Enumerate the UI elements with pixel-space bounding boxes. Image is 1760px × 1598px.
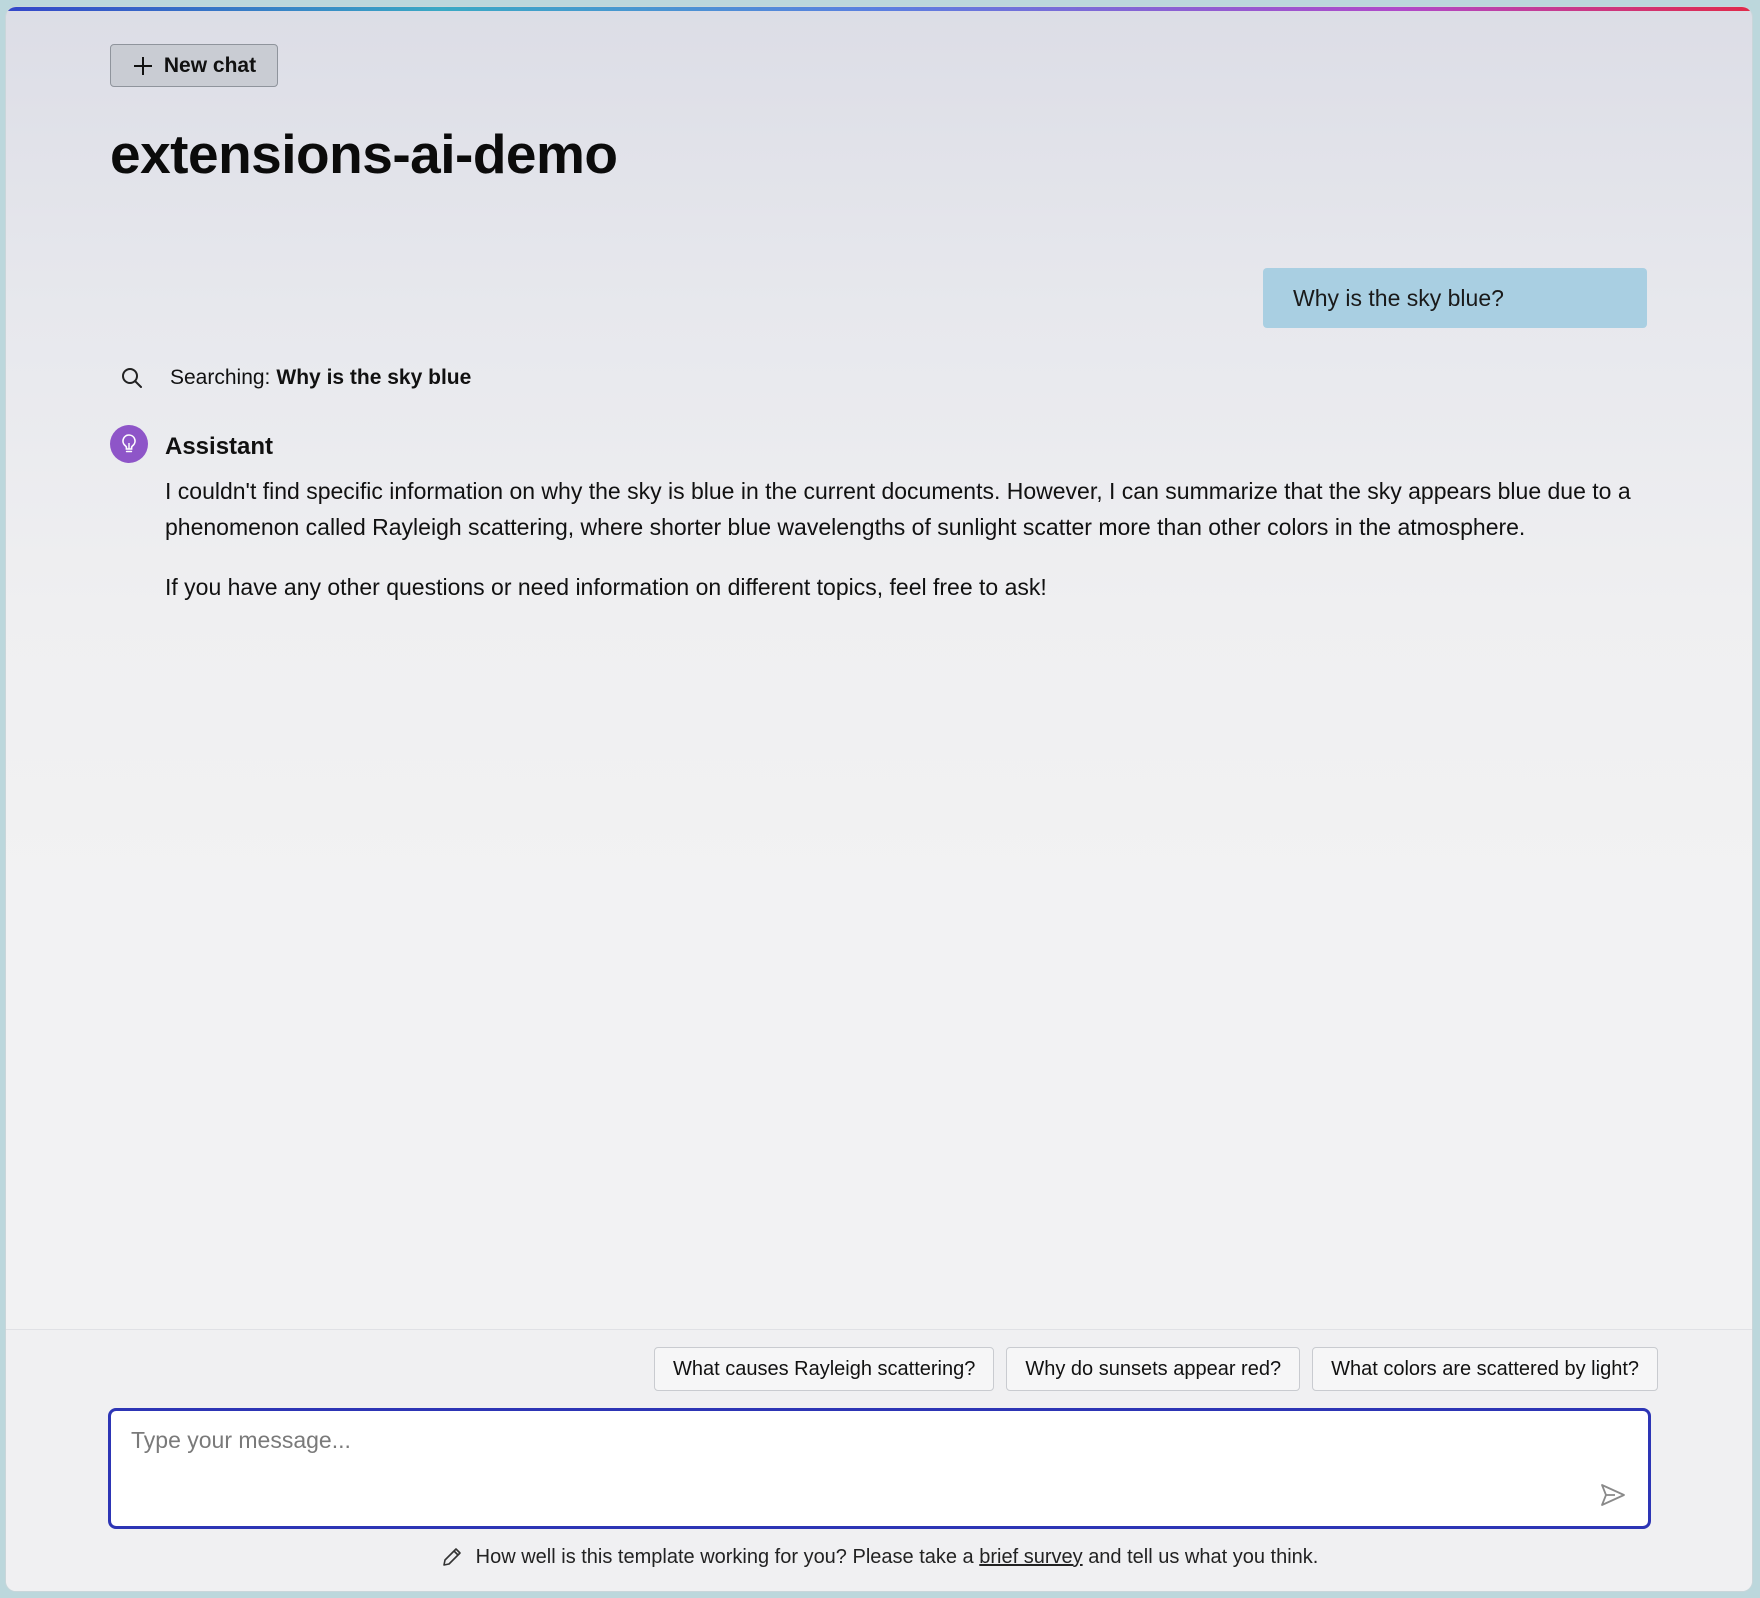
assistant-message: I couldn't find specific information on … xyxy=(165,473,1655,629)
survey-link[interactable]: brief survey xyxy=(979,1546,1082,1569)
new-chat-button[interactable]: New chat xyxy=(110,44,278,87)
suggestion-list: What causes Rayleigh scattering? Why do … xyxy=(654,1347,1658,1391)
message-input[interactable] xyxy=(129,1425,1553,1489)
page-title: extensions-ai-demo xyxy=(110,123,618,185)
user-message: Why is the sky blue? xyxy=(1263,268,1647,328)
new-chat-label: New chat xyxy=(163,53,257,77)
app-window: New chat extensions-ai-demo Why is the s… xyxy=(6,7,1752,1591)
suggestion-button[interactable]: Why do sunsets appear red? xyxy=(1006,1347,1301,1391)
search-status-query: Why is the sky blue xyxy=(276,366,472,389)
assistant-paragraph: If you have any other questions or need … xyxy=(165,574,1047,600)
footer-text-before: How well is this template working for yo… xyxy=(475,1545,974,1568)
user-message-text: Why is the sky blue? xyxy=(1293,284,1504,311)
search-status-prefix: Searching: xyxy=(170,366,271,389)
assistant-name: Assistant xyxy=(165,433,274,460)
plus-icon xyxy=(133,56,152,75)
search-status: Searching: Why is the sky blue xyxy=(120,366,471,390)
top-accent-stripe xyxy=(6,7,1752,11)
search-icon xyxy=(122,368,142,388)
survey-footer: How well is this template working for yo… xyxy=(6,1545,1752,1569)
footer-text-after: and tell us what you think. xyxy=(1088,1545,1319,1568)
pencil-icon xyxy=(442,1548,461,1566)
assistant-avatar xyxy=(110,425,148,463)
send-icon xyxy=(1601,1484,1625,1506)
suggestion-button[interactable]: What colors are scattered by light? xyxy=(1312,1347,1658,1391)
send-button[interactable] xyxy=(1596,1478,1630,1512)
assistant-paragraph: I couldn't find specific information on … xyxy=(165,478,1631,540)
suggestion-button[interactable]: What causes Rayleigh scattering? xyxy=(654,1347,995,1391)
lightbulb-icon xyxy=(122,434,136,453)
message-composer xyxy=(108,1408,1651,1529)
